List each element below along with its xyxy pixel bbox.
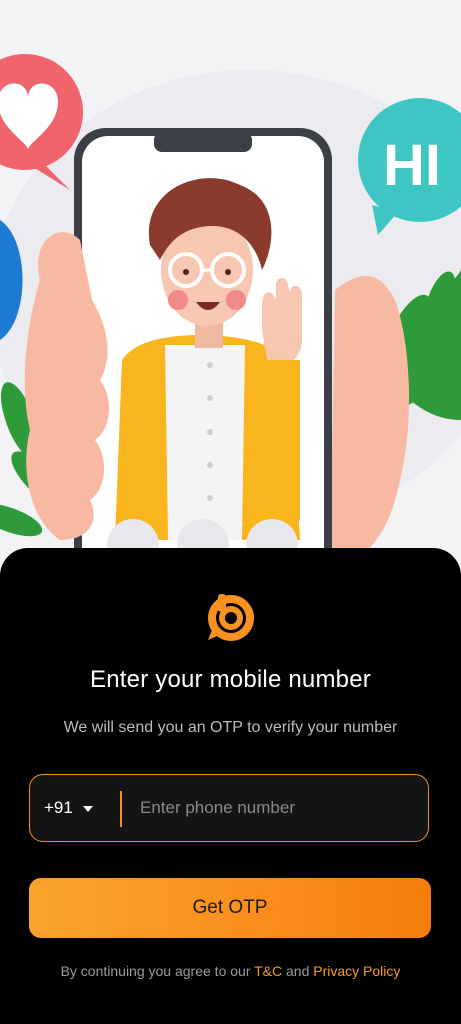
terms-prefix: By continuing you agree to our — [60, 963, 255, 979]
country-code-selector[interactable]: +91 — [44, 775, 93, 841]
privacy-policy-link[interactable]: Privacy Policy — [313, 963, 400, 979]
get-otp-button[interactable]: Get OTP — [29, 878, 431, 938]
country-code-label: +91 — [44, 798, 73, 817]
page-subtitle: We will send you an OTP to verify your n… — [63, 719, 398, 736]
phone-number-field: +91 — [29, 774, 436, 842]
chevron-down-icon — [82, 805, 93, 812]
page-title: Enter your mobile number — [90, 666, 371, 693]
hero-illustration-svg: HI — [0, 54, 461, 598]
terms-link[interactable]: T&C — [254, 963, 282, 979]
hi-bubble-text: HI — [383, 133, 441, 198]
terms-text: By continuing you agree to our T&C and P… — [0, 963, 461, 979]
terms-and: and — [282, 963, 314, 979]
phone-input[interactable] — [130, 787, 436, 829]
brand-logo-icon — [204, 592, 258, 642]
hero-illustration: HI — [0, 0, 461, 600]
field-divider — [120, 791, 122, 827]
